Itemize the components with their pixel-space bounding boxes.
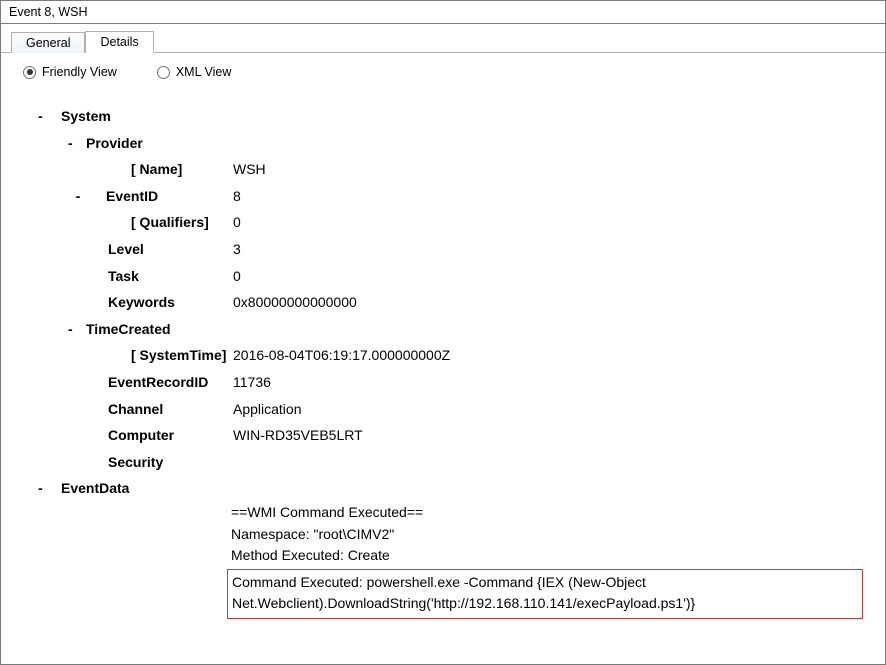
task-value: 0	[233, 263, 241, 290]
recordid-row: EventRecordID 11736	[23, 369, 863, 396]
tab-row: General Details	[1, 24, 885, 53]
radio-friendly-label: Friendly View	[42, 65, 117, 79]
provider-node[interactable]: - Provider	[23, 130, 863, 157]
computer-value: WIN-RD35VEB5LRT	[233, 422, 363, 449]
provider-label: Provider	[68, 130, 143, 157]
systemtime-key: [ SystemTime]	[23, 342, 233, 369]
collapse-toggle-icon[interactable]: -	[23, 316, 68, 343]
timecreated-node[interactable]: - TimeCreated	[23, 316, 863, 343]
timecreated-label: TimeCreated	[68, 316, 171, 343]
level-row: Level 3	[23, 236, 863, 263]
eventdata-line1: ==WMI Command Executed==	[231, 502, 863, 524]
qualifiers-value: 0	[233, 209, 241, 236]
eventdata-node[interactable]: - EventData	[23, 475, 863, 502]
collapse-toggle-icon[interactable]: -	[23, 103, 43, 130]
channel-row: Channel Application	[23, 396, 863, 423]
event-properties-window: Event 8, WSH General Details Friendly Vi…	[0, 0, 886, 665]
collapse-toggle-icon[interactable]: -	[23, 475, 43, 502]
view-options: Friendly View XML View	[1, 53, 885, 83]
keywords-row: Keywords 0x80000000000000	[23, 289, 863, 316]
tab-details[interactable]: Details	[85, 31, 153, 53]
recordid-value: 11736	[233, 369, 271, 396]
radio-xml-label: XML View	[176, 65, 232, 79]
computer-label: Computer	[108, 427, 174, 443]
recordid-label: EventRecordID	[108, 374, 208, 390]
eventid-row[interactable]: - EventID 8	[23, 183, 863, 210]
radio-icon	[157, 66, 170, 79]
radio-icon	[23, 66, 36, 79]
eventdata-command-highlight: Command Executed: powershell.exe -Comman…	[227, 569, 863, 619]
computer-row: Computer WIN-RD35VEB5LRT	[23, 422, 863, 449]
level-value: 3	[233, 236, 241, 263]
eventdata-heading: EventData	[43, 475, 129, 502]
eventid-label: EventID	[88, 183, 158, 210]
security-row: Security	[23, 449, 863, 476]
window-title: Event 8, WSH	[1, 1, 885, 24]
channel-value: Application	[233, 396, 302, 423]
details-content: - System - Provider [ Name] WSH - EventI…	[1, 83, 885, 629]
eventid-value: 8	[233, 183, 241, 210]
eventdata-body: ==WMI Command Executed== Namespace: "roo…	[231, 502, 863, 619]
provider-name-row: [ Name] WSH	[23, 156, 863, 183]
eventdata-command: Command Executed: powershell.exe -Comman…	[232, 574, 695, 611]
systemtime-value: 2016-08-04T06:19:17.000000000Z	[233, 342, 450, 369]
keywords-label: Keywords	[108, 294, 175, 310]
keywords-value: 0x80000000000000	[233, 289, 357, 316]
qualifiers-row: [ Qualifiers] 0	[23, 209, 863, 236]
provider-name-value: WSH	[233, 156, 266, 183]
task-label: Task	[108, 268, 139, 284]
task-row: Task 0	[23, 263, 863, 290]
radio-friendly-view[interactable]: Friendly View	[23, 65, 117, 79]
eventdata-line2: Namespace: "root\CIMV2"	[231, 524, 863, 546]
level-label: Level	[108, 241, 144, 257]
system-heading: System	[43, 103, 111, 130]
qualifiers-key: [ Qualifiers]	[23, 209, 233, 236]
security-label: Security	[108, 454, 163, 470]
channel-label: Channel	[108, 401, 163, 417]
tab-general[interactable]: General	[11, 32, 85, 53]
system-node[interactable]: - System	[23, 103, 863, 130]
systemtime-row: [ SystemTime] 2016-08-04T06:19:17.000000…	[23, 342, 863, 369]
radio-xml-view[interactable]: XML View	[157, 65, 232, 79]
provider-name-key: [ Name]	[23, 156, 233, 183]
eventdata-line3: Method Executed: Create	[231, 545, 863, 567]
collapse-toggle-icon[interactable]: -	[23, 130, 68, 157]
collapse-toggle-icon[interactable]: -	[68, 183, 88, 210]
